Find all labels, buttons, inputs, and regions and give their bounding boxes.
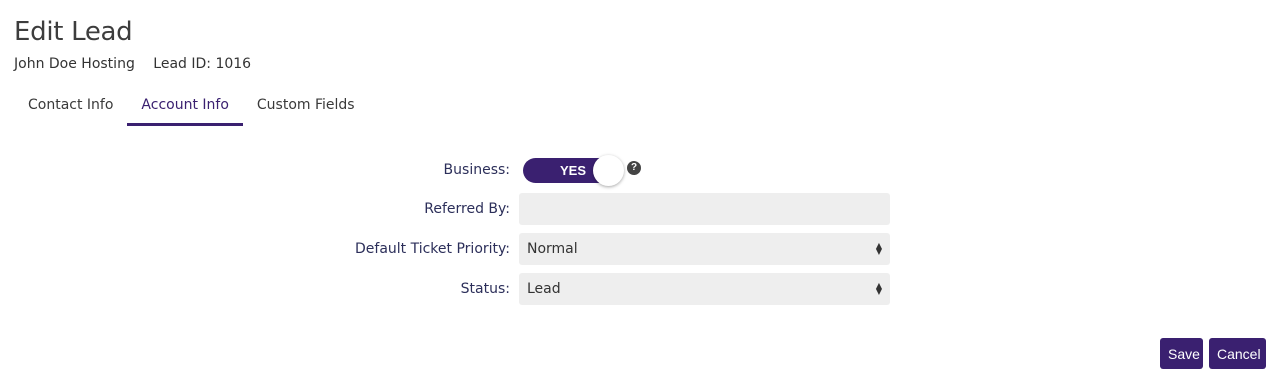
default-ticket-priority-value: Normal: [527, 241, 578, 257]
lead-id: Lead ID: 1016: [153, 56, 252, 72]
lead-name: John Doe Hosting: [14, 56, 135, 72]
default-ticket-priority-select[interactable]: Normal ▲ ▼: [519, 233, 890, 265]
status-value: Lead: [527, 281, 561, 297]
status-label: Status:: [460, 281, 510, 297]
status-row: Status: Lead ▲ ▼: [0, 273, 1280, 305]
cancel-button[interactable]: Cancel: [1209, 338, 1266, 369]
business-row: Business: YES ?: [0, 154, 1280, 186]
referred-by-row: Referred By:: [0, 193, 1280, 225]
default-ticket-priority-label: Default Ticket Priority:: [355, 241, 510, 257]
referred-by-label: Referred By:: [424, 201, 510, 217]
tab-bar: Contact Info Account Info Custom Fields: [14, 88, 369, 126]
save-button[interactable]: Save: [1160, 338, 1203, 369]
tab-custom-fields[interactable]: Custom Fields: [243, 88, 369, 126]
toggle-knob: [593, 155, 624, 186]
lead-subheader: John Doe Hosting Lead ID: 1016: [14, 56, 251, 72]
default-ticket-priority-row: Default Ticket Priority: Normal ▲ ▼: [0, 233, 1280, 265]
tab-account-info[interactable]: Account Info: [127, 88, 243, 126]
tab-contact-info[interactable]: Contact Info: [14, 88, 127, 126]
question-circle-icon[interactable]: ?: [627, 161, 641, 175]
page-title: Edit Lead: [14, 17, 133, 47]
select-arrows-icon: ▲ ▼: [875, 241, 882, 256]
business-label: Business:: [443, 162, 510, 178]
business-toggle-text: YES: [560, 163, 587, 178]
status-select[interactable]: Lead ▲ ▼: [519, 273, 890, 305]
select-arrows-icon: ▲ ▼: [875, 281, 882, 296]
business-toggle[interactable]: YES: [523, 155, 624, 186]
referred-by-input[interactable]: [519, 193, 890, 225]
